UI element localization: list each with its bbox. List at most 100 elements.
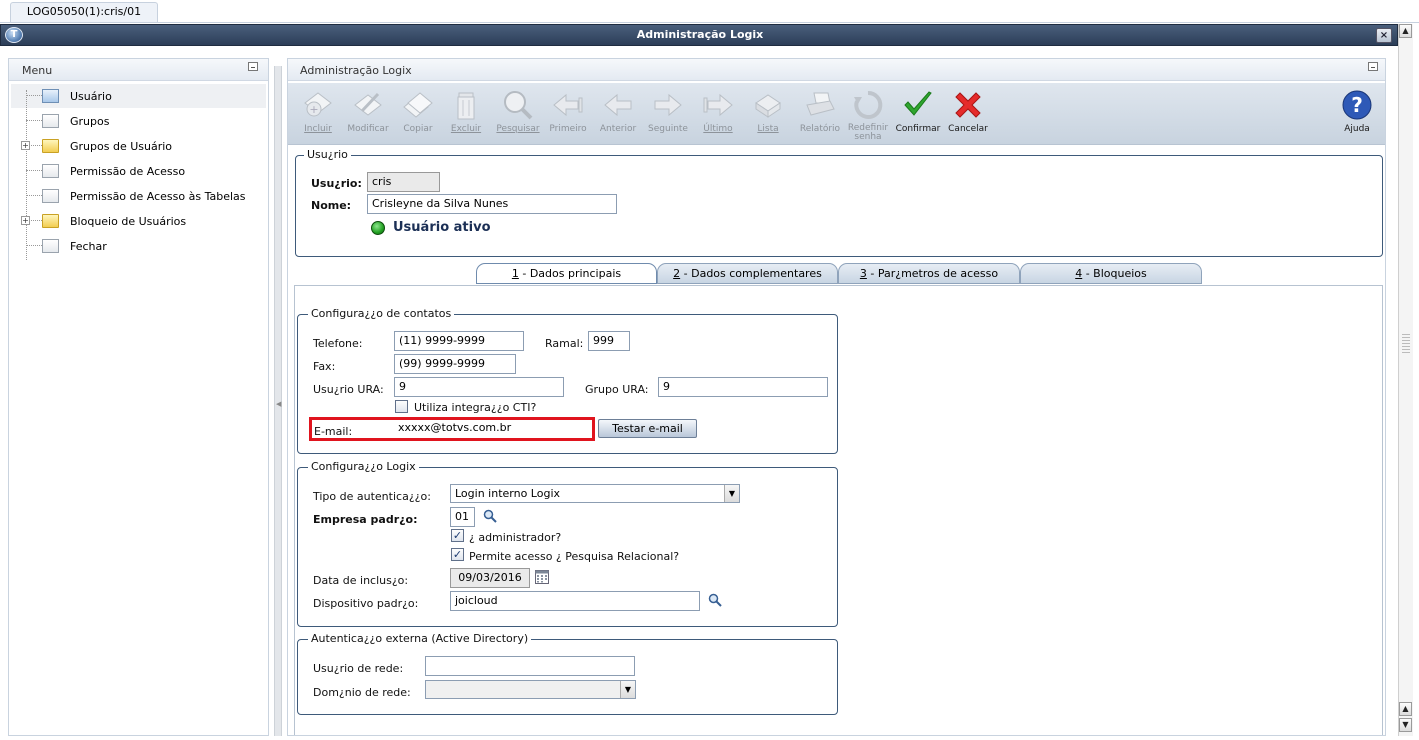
empresa-padrao-field[interactable]: 01 [450, 507, 475, 527]
dominio-rede-select[interactable]: ▼ [425, 680, 636, 699]
menu-item-bloqueio-de-usuarios[interactable]: + Bloqueio de Usuários [9, 209, 268, 233]
menu-item-grupos[interactable]: Grupos [9, 109, 268, 133]
dispositivo-padrao-field[interactable]: joicloud [450, 591, 700, 611]
menu-item-permissao-de-acesso[interactable]: Permissão de Acesso [9, 159, 268, 183]
ramal-label: Ramal: [545, 337, 584, 350]
ultimo-button[interactable]: Último [692, 87, 744, 141]
pesquisa-relacional-label: Permite acesso ¿ Pesquisa Relacional? [469, 550, 680, 563]
fax-field[interactable]: (99) 9999-9999 [394, 354, 516, 374]
menu-title: Menu [22, 64, 53, 77]
scroll-up-icon[interactable]: ▲ [1399, 24, 1412, 38]
menu-item-fechar[interactable]: Fechar [9, 234, 268, 258]
lista-button[interactable]: Lista [742, 87, 794, 141]
seguinte-button[interactable]: Seguinte [642, 87, 694, 141]
logix-group: Configura¿¿o Logix Tipo de autentica¿¿o:… [297, 460, 838, 627]
primeiro-button[interactable]: Primeiro [542, 87, 594, 141]
email-field[interactable]: xxxxx@totvs.com.br [395, 421, 590, 437]
close-window-button[interactable]: × [1376, 28, 1392, 43]
pesquisar-button[interactable]: Pesquisar [492, 87, 544, 141]
grupo-ura-label: Grupo URA: [585, 383, 649, 396]
scroll-up-small-icon[interactable]: ▲ [1399, 702, 1412, 716]
svg-text:+: + [309, 103, 318, 116]
scroll-down-icon[interactable]: ▼ [1399, 718, 1412, 732]
cancelar-button[interactable]: Cancelar [942, 87, 994, 141]
pesquisa-relacional-checkbox[interactable]: ✓ [451, 548, 464, 561]
menu-item-usuario[interactable]: Usuário [9, 84, 268, 108]
toolbar-label: senha [854, 132, 882, 142]
search-icon [504, 91, 533, 120]
tab-parametros-de-acesso[interactable]: 3 - Par¿metros de acesso [838, 263, 1020, 284]
search-icon[interactable] [483, 509, 497, 523]
incluir-button[interactable]: + Incluir [292, 87, 344, 141]
toolbar-label: Excluir [450, 124, 482, 134]
svg-text:?: ? [1351, 93, 1363, 117]
vertical-scrollbar[interactable]: ▲ ▲ ▼ [1398, 24, 1413, 736]
data-inclusao-field[interactable]: 09/03/2016 [450, 568, 530, 588]
menu-panel: Menu Usuário Grupos + Grupos de Usuário … [8, 58, 269, 736]
tab-content: Configura¿¿o de contatos Telefone: (11) … [294, 285, 1383, 735]
tipo-autenticacao-select[interactable]: Login interno Logix ▼ [450, 484, 740, 503]
first-record-icon [553, 93, 583, 117]
administrador-checkbox[interactable]: ✓ [451, 529, 464, 542]
menu-item-label: Fechar [70, 240, 107, 253]
dropdown-arrow-icon[interactable]: ▼ [724, 485, 739, 502]
excluir-button[interactable]: Excluir [440, 87, 492, 141]
contatos-group: Configura¿¿o de contatos Telefone: (11) … [297, 307, 838, 454]
telefone-label: Telefone: [313, 337, 363, 350]
tipo-autenticacao-label: Tipo de autentica¿¿o: [313, 490, 431, 503]
expand-plus-icon[interactable]: + [21, 216, 30, 225]
telefone-field[interactable]: (11) 9999-9999 [394, 331, 524, 351]
checkmark-icon [904, 91, 932, 116]
modificar-button[interactable]: Modificar [342, 87, 394, 141]
tab-dados-complementares[interactable]: 2 - Dados complementares [657, 263, 838, 284]
group-legend: Configura¿¿o de contatos [308, 307, 455, 320]
ajuda-button[interactable]: ? Ajuda [1331, 87, 1383, 141]
toolbar-label: Lista [757, 124, 779, 134]
panel-splitter[interactable]: ◀ [274, 66, 282, 736]
window-title: Administração Logix [636, 28, 764, 41]
minimize-main-icon[interactable] [1368, 62, 1378, 71]
menu-item-permissao-tabelas[interactable]: Permissão de Acesso às Tabelas [9, 184, 268, 208]
expand-plus-icon[interactable]: + [21, 141, 30, 150]
dropdown-arrow-icon[interactable]: ▼ [620, 681, 635, 698]
testar-email-button[interactable]: Testar e-mail [598, 419, 697, 438]
form-icon [42, 164, 59, 178]
main-panel: Administração Logix + Incluir Modificar … [287, 58, 1386, 736]
ramal-field[interactable]: 999 [588, 331, 630, 351]
trash-icon [457, 92, 475, 120]
tab-strip-line [0, 22, 1419, 23]
calendar-icon[interactable] [535, 570, 549, 584]
tab-bloqueios[interactable]: 4 - Bloqueios [1020, 263, 1202, 284]
minimize-menu-icon[interactable] [248, 62, 258, 71]
redefinir-senha-button[interactable]: Redefinir senha [842, 87, 894, 142]
list-book-icon [755, 94, 781, 118]
menu-item-grupos-de-usuario[interactable]: + Grupos de Usuário [9, 134, 268, 158]
menu-item-label: Usuário [70, 90, 112, 103]
active-directory-group: Autentica¿¿o externa (Active Directory) … [297, 632, 838, 715]
group-legend: Autentica¿¿o externa (Active Directory) [308, 632, 532, 645]
form-icon [42, 239, 59, 253]
email-label: E-mail: [314, 425, 353, 438]
toolbar: + Incluir Modificar Copiar Excluir Pesqu… [288, 83, 1385, 145]
next-icon [654, 93, 682, 117]
confirmar-button[interactable]: Confirmar [892, 87, 944, 141]
folder-icon [42, 139, 59, 153]
search-icon[interactable] [708, 593, 722, 607]
help-icon: ? [1342, 90, 1372, 120]
nome-field[interactable]: Crisleyne da Silva Nunes [367, 194, 617, 214]
add-document-icon: + [304, 92, 332, 117]
usuario-rede-field[interactable] [425, 656, 635, 676]
usuario-ura-field[interactable]: 9 [394, 377, 564, 397]
grupo-ura-field[interactable]: 9 [658, 377, 828, 397]
cti-label: Utiliza integra¿¿o CTI? [414, 401, 537, 414]
document-tab[interactable]: LOG05050(1):cris/01 [10, 2, 158, 22]
anterior-button[interactable]: Anterior [592, 87, 644, 141]
main-header: Administração Logix [288, 59, 1385, 81]
tab-dados-principais[interactable]: 1 - Dados principais [476, 263, 657, 284]
scroll-grip[interactable] [1402, 334, 1410, 354]
toolbar-label: Ajuda [1344, 124, 1370, 134]
collapse-arrow-icon[interactable]: ◀ [276, 400, 281, 408]
cti-checkbox[interactable] [395, 400, 408, 413]
usuario-field[interactable]: cris [367, 172, 440, 192]
cancel-x-icon [955, 92, 981, 118]
